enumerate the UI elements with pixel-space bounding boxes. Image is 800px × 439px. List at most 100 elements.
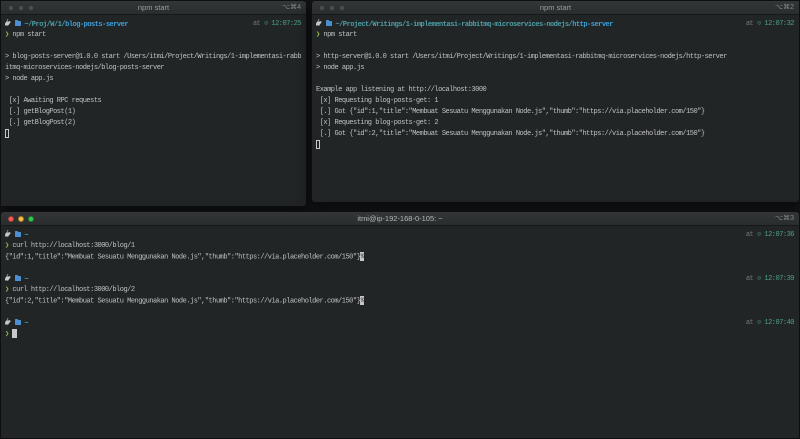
zoom-button[interactable]: [28, 5, 34, 11]
terminal-line: [x] Requesting blog-posts-get: 2: [316, 118, 795, 129]
partial-line-indicator: %: [360, 296, 364, 305]
terminal-text: Example app listening at http://localhos…: [316, 86, 487, 94]
terminal-line: ❯ npm start: [5, 30, 302, 41]
terminal-output-area[interactable]: ~/Project/Writings/1-implementasi-rabbit…: [312, 16, 799, 202]
terminal-text: [.] getBlogPost(2): [5, 119, 76, 127]
terminal-line: > node app.js: [5, 74, 302, 85]
folder-icon: [14, 274, 21, 281]
window-shortcut-badge: ⌥⌘4: [282, 4, 301, 11]
terminal-text: at: [745, 275, 757, 283]
terminal-text: [x] Awaiting RPC requests: [5, 97, 102, 105]
traffic-lights: [319, 1, 345, 15]
terminal-line: ❯ curl http://localhost:3000/blog/1: [5, 241, 795, 252]
titlebar[interactable]: itmi@ip-192-168-0-105: ~ ⌥⌘3: [1, 212, 799, 226]
terminal-line: [.] getBlogPost(1): [5, 107, 302, 118]
terminal-text: {"id":1,"title":"Membuat Sesuatu Menggun…: [5, 253, 361, 262]
terminal-line: ~/Proj/W/1/blog-posts-server at ⊙ 12:07:2…: [5, 19, 302, 30]
terminal-text: {"id":2,"title":"Membuat Sesuatu Menggun…: [5, 297, 361, 306]
terminal-text: 12:07:32: [764, 20, 794, 28]
apple-icon: [5, 19, 11, 27]
terminal-line: ~/Project/Writings/1-implementasi-rabbit…: [316, 19, 795, 30]
terminal-text: 12:07:25: [271, 20, 301, 28]
terminal-line: ❯ curl http://localhost:3000/blog/2: [5, 285, 795, 296]
terminal-output-area[interactable]: ~/Proj/W/1/blog-posts-server at ⊙ 12:07:2…: [1, 16, 306, 206]
terminal-text: curl http://localhost:3000/blog/2: [8, 286, 135, 294]
terminal-text: 12:07:39: [764, 275, 794, 283]
folder-icon: [14, 19, 21, 26]
zoom-button[interactable]: [339, 5, 345, 11]
terminal-line: ~ at ⊙ 12:07:36: [5, 230, 795, 241]
terminal-line: ~ at ⊙ 12:07:39: [5, 274, 795, 285]
window-shortcut-badge: ⌥⌘2: [775, 4, 794, 11]
prompt-timestamp: at ⊙ 12:07:40: [745, 318, 795, 329]
terminal-line: [x] Awaiting RPC requests: [5, 96, 302, 107]
terminal-text: itmq-microservices-nodejs/blog-posts-ser…: [5, 64, 165, 72]
folder-icon: [14, 230, 21, 237]
terminal-text: blog-posts-server: [65, 21, 129, 29]
terminal-text: [.] Got {"id":2,"title":"Membuat Sesuatu…: [316, 130, 705, 138]
terminal-text: > node app.js: [316, 64, 365, 72]
terminal-line: > node app.js: [316, 63, 795, 74]
terminal-text: ~/Proj/W/1/: [24, 21, 66, 29]
terminal-input-area[interactable]: ~ at ⊙ 12:07:36 ❯ curl http://localhost:30…: [1, 227, 799, 438]
terminal-text: [.] Got {"id":1,"title":"Membuat Sesuatu…: [316, 108, 705, 116]
terminal-text: npm start: [319, 31, 357, 39]
terminal-line: ~ at ⊙ 12:07:40: [5, 318, 795, 329]
titlebar[interactable]: npm start ⌥⌘2: [312, 1, 799, 15]
terminal-text: ~: [24, 276, 29, 284]
folder-icon: [325, 19, 332, 26]
terminal-text: 12:07:40: [764, 319, 794, 327]
close-button[interactable]: [8, 5, 14, 11]
apple-icon: [5, 230, 11, 238]
terminal-text: [x] Requesting blog-posts-get: 1: [316, 97, 439, 105]
prompt-timestamp: at ⊙ 12:07:32: [745, 19, 795, 30]
terminal-text: at: [252, 20, 264, 28]
terminal-text: ~: [24, 320, 29, 328]
close-button[interactable]: [8, 216, 14, 222]
cursor-block: [12, 329, 18, 338]
prompt-timestamp: at ⊙ 12:07:25: [252, 19, 302, 30]
terminal-text: at: [745, 319, 757, 327]
titlebar[interactable]: npm start ⌥⌘4: [1, 1, 306, 15]
terminal-line: ❯: [5, 329, 795, 340]
prompt-timestamp: at ⊙ 12:07:39: [745, 274, 795, 285]
minimize-button[interactable]: [18, 5, 24, 11]
window-title: npm start: [539, 2, 572, 12]
terminal-line: [.] Got {"id":2,"title":"Membuat Sesuatu…: [316, 129, 795, 140]
window-title: itmi@ip-192-168-0-105: ~: [357, 213, 443, 223]
window-title: npm start: [137, 2, 170, 12]
cursor-hollow: [316, 140, 320, 149]
partial-line-indicator: %: [360, 252, 364, 261]
terminal-line: [x] Requesting blog-posts-get: 1: [316, 96, 795, 107]
apple-icon: [316, 19, 322, 27]
terminal-text: ~: [24, 232, 29, 240]
terminal-window-blog-posts-server: npm start ⌥⌘4 ~/Proj/W/1/blog-posts-serv…: [0, 0, 307, 207]
zoom-button[interactable]: [28, 216, 34, 222]
terminal-text: > http-server@1.0.0 start /Users/itmi/Pr…: [316, 53, 727, 61]
prompt-timestamp: at ⊙ 12:07:36: [746, 230, 795, 241]
terminal-line: > http-server@1.0.0 start /Users/itmi/Pr…: [316, 52, 795, 63]
terminal-text: http-server: [572, 21, 613, 29]
terminal-text: > node app.js: [5, 75, 54, 83]
terminal-text: ~/Project/Writings/1-implementasi-rabbit…: [335, 21, 573, 29]
terminal-line: [316, 140, 795, 151]
terminal-text: [x] Requesting blog-posts-get: 2: [316, 119, 439, 127]
terminal-text: ❯: [5, 330, 13, 339]
close-button[interactable]: [319, 5, 325, 11]
terminal-text: at: [745, 20, 757, 28]
traffic-lights: [8, 212, 34, 226]
terminal-line: [.] getBlogPost(2): [5, 118, 302, 129]
minimize-button[interactable]: [329, 5, 335, 11]
minimize-button[interactable]: [18, 216, 24, 222]
terminal-text: [.] getBlogPost(1): [5, 108, 76, 116]
traffic-lights: [8, 1, 34, 15]
terminal-line: Example app listening at http://localhos…: [316, 85, 795, 96]
terminal-window-ssh-session: itmi@ip-192-168-0-105: ~ ⌥⌘3 ~ at ⊙ 12:07…: [0, 211, 800, 439]
terminal-line: [.] Got {"id":1,"title":"Membuat Sesuatu…: [316, 107, 795, 118]
terminal-line: {"id":2,"title":"Membuat Sesuatu Menggun…: [5, 296, 795, 307]
folder-icon: [14, 318, 21, 325]
